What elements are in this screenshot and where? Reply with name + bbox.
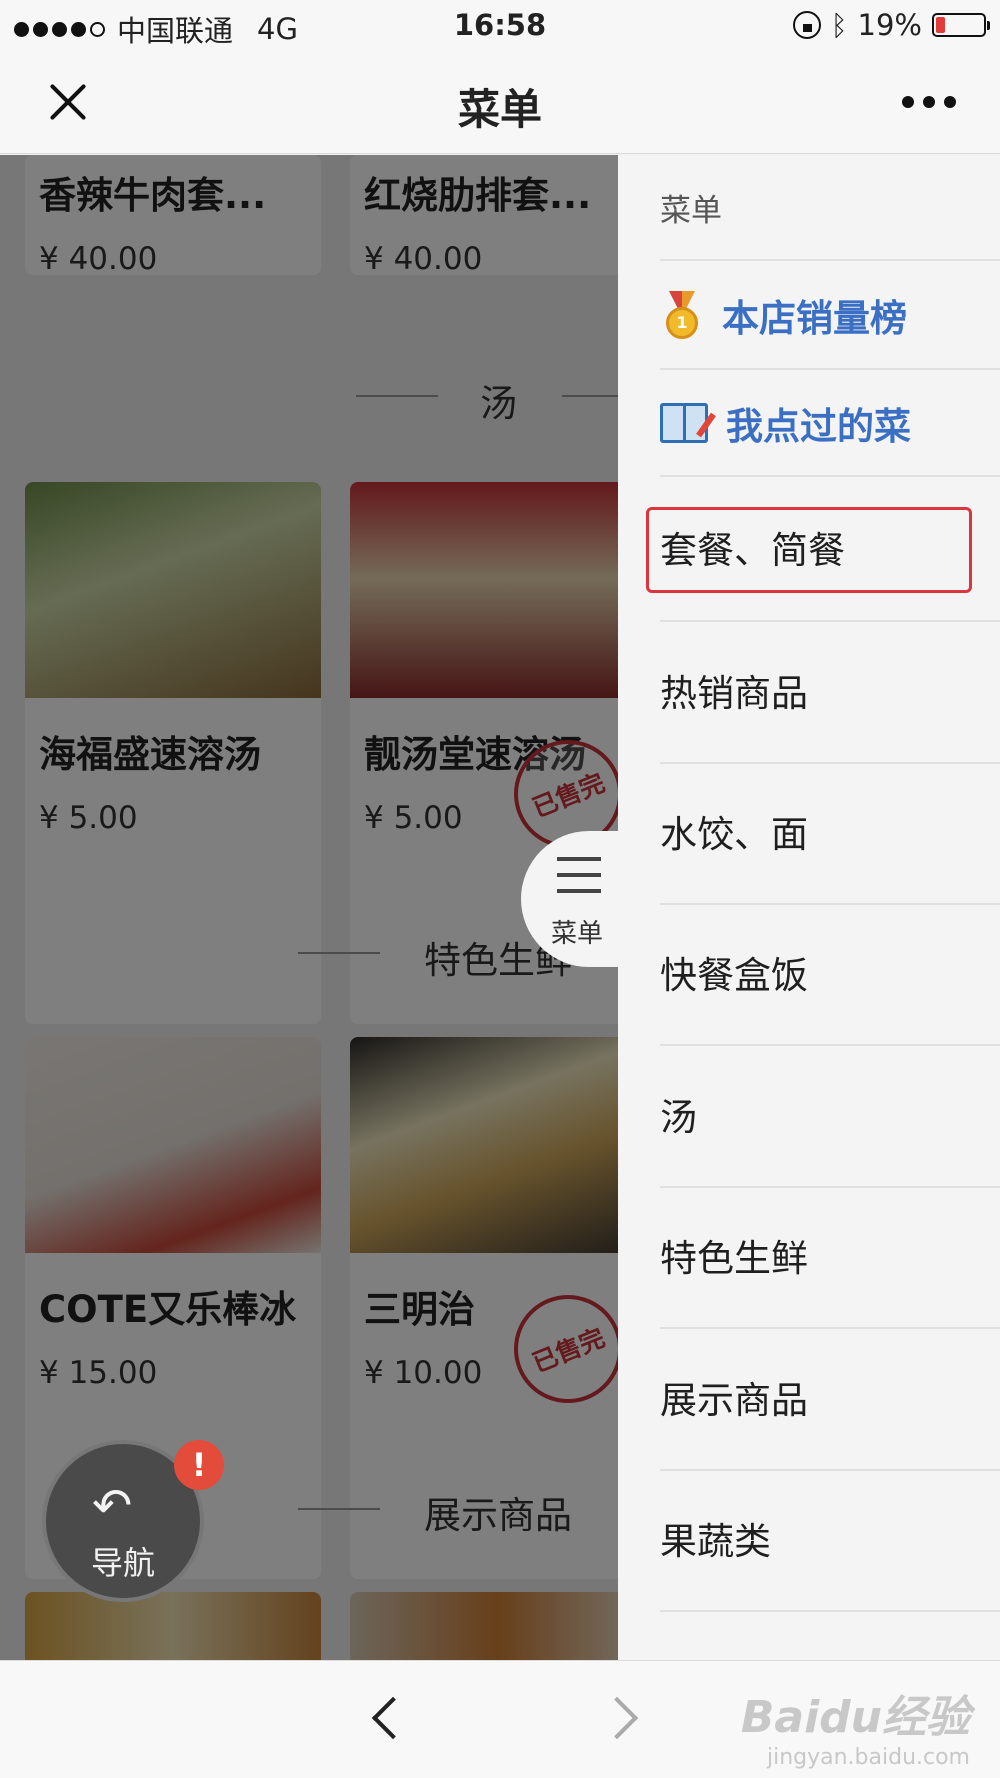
- menu-item-label: 水饺、面: [660, 813, 808, 856]
- watermark: Baidu经验 jingyan.baidu.com: [741, 1681, 970, 1770]
- alert-badge: !: [174, 1440, 224, 1490]
- status-bar: 中国联通 4G 16:58 ᛒ 19%: [0, 0, 1000, 50]
- navigation-label: 导航: [90, 1544, 155, 1582]
- browser-bottom-bar: Baidu经验 jingyan.baidu.com: [0, 1660, 1000, 1778]
- watermark-main: Baidu经验: [740, 1692, 970, 1743]
- drawer-header: 菜单: [660, 193, 722, 229]
- menu-divider: [660, 1044, 1000, 1046]
- menu-item-category[interactable]: 果蔬类: [660, 1508, 1000, 1568]
- back-arrow-icon[interactable]: [371, 1696, 415, 1740]
- menu-divider: [660, 903, 1000, 905]
- menu-item-category[interactable]: 快餐盒饭: [660, 942, 1000, 1002]
- navigation-arrow-icon: ↶: [92, 1478, 133, 1534]
- rotation-lock-icon: [792, 11, 821, 39]
- medal-icon: 1: [660, 291, 704, 339]
- menu-item-category[interactable]: 汤: [660, 1084, 1000, 1144]
- menu-item-top-sales[interactable]: 1 本店销量榜: [660, 285, 1000, 345]
- menu-divider: [660, 1327, 1000, 1329]
- menu-item-category[interactable]: 特色生鲜: [660, 1225, 1000, 1285]
- menu-item-my-ordered[interactable]: 我点过的菜: [660, 393, 1000, 453]
- menu-divider: [660, 620, 1000, 622]
- forward-arrow-icon[interactable]: [595, 1696, 639, 1740]
- menu-divider: [660, 1469, 1000, 1471]
- category-drawer: 菜单 1 本店销量榜 我点过的菜 套餐、简餐 热销商品 水饺、面 快餐盒饭 汤 …: [618, 155, 1000, 1660]
- battery-icon: [932, 13, 990, 37]
- status-right: ᛒ 19%: [792, 8, 990, 42]
- menu-item-label: 汤: [660, 1096, 697, 1139]
- more-icon[interactable]: [902, 96, 956, 108]
- menu-item-label: 我点过的菜: [726, 405, 911, 448]
- menu-divider: [660, 1186, 1000, 1188]
- menu-item-label: 热销商品: [660, 672, 808, 715]
- menu-item-label: 展示商品: [660, 1379, 808, 1422]
- menu-divider: [660, 475, 1000, 477]
- selected-category-highlight: [646, 507, 972, 593]
- menu-item-label: 快餐盒饭: [660, 954, 808, 997]
- battery-percent: 19%: [857, 8, 922, 42]
- menu-divider: [660, 259, 1000, 261]
- menu-item-label: 果蔬类: [660, 1520, 771, 1563]
- menu-divider: [660, 368, 1000, 370]
- watermark-sub: jingyan.baidu.com: [766, 1745, 970, 1770]
- menu-tab-label: 菜单: [551, 919, 604, 949]
- menu-divider: [660, 1610, 1000, 1612]
- menu-item-category[interactable]: 展示商品: [660, 1367, 1000, 1427]
- menu-item-label: 特色生鲜: [660, 1237, 808, 1280]
- nav-bar: 菜单: [0, 50, 1000, 154]
- book-icon: [660, 403, 708, 443]
- menu-divider: [660, 762, 1000, 764]
- menu-item-category[interactable]: 热销商品: [660, 660, 1000, 720]
- list-icon: [557, 857, 605, 897]
- menu-item-label: 本店销量榜: [722, 297, 907, 340]
- medal-number: 1: [666, 307, 698, 339]
- bluetooth-icon: ᛒ: [830, 8, 848, 42]
- page-title: 菜单: [457, 85, 542, 134]
- menu-toggle-tab[interactable]: 菜单: [521, 831, 651, 967]
- menu-item-category[interactable]: 水饺、面: [660, 801, 1000, 861]
